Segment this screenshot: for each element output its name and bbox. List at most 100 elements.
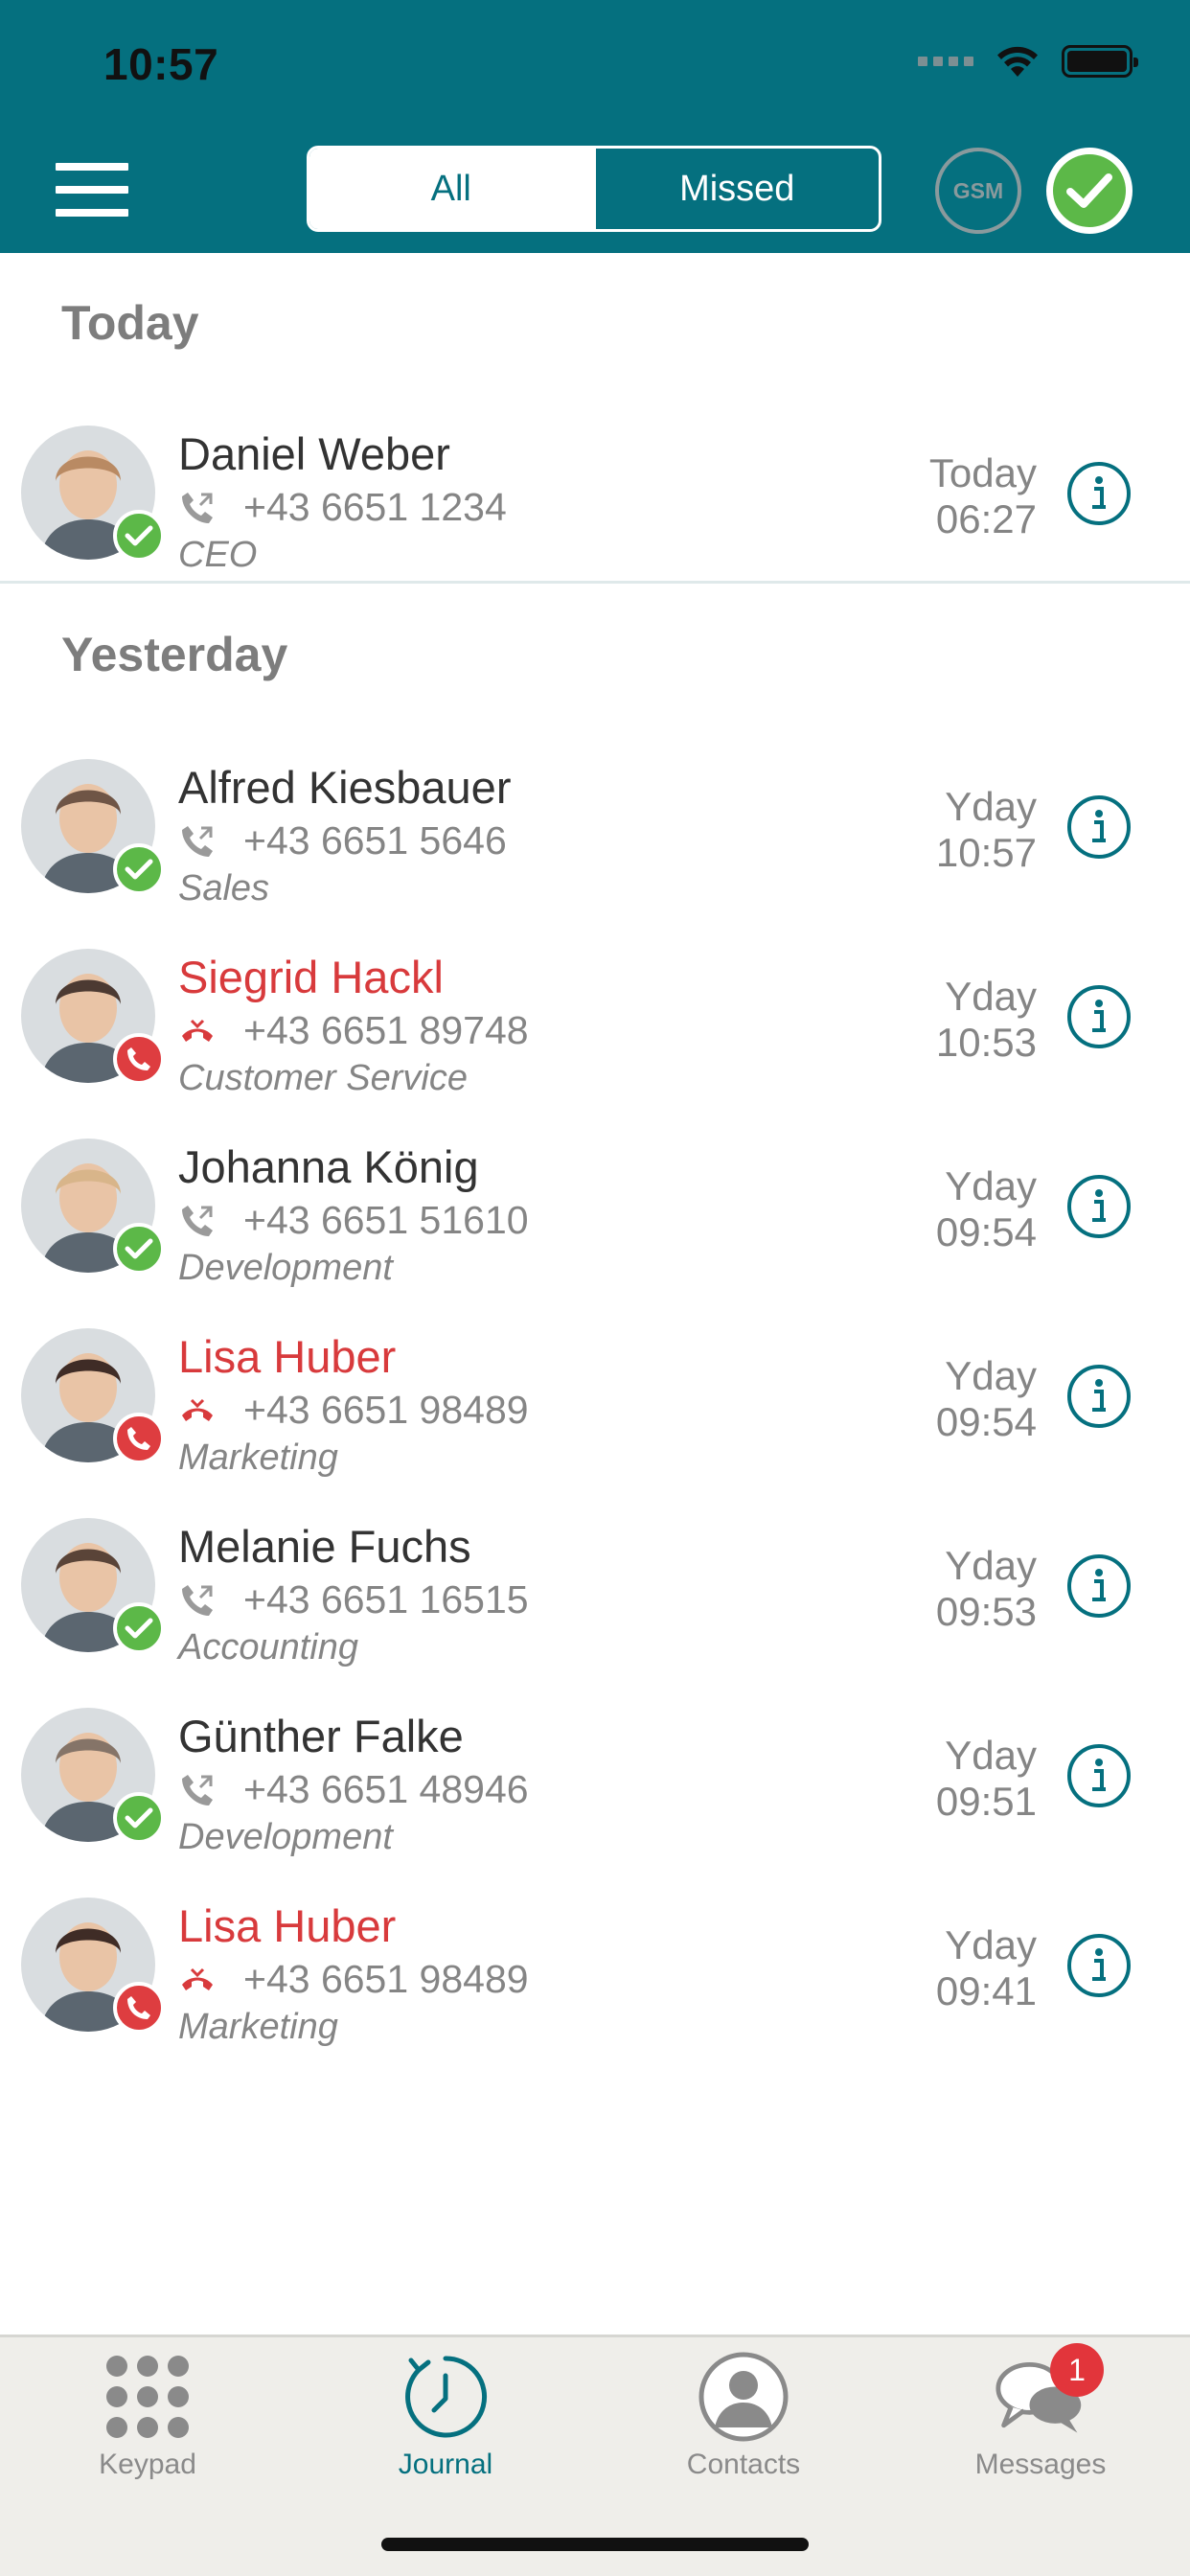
info-button[interactable] xyxy=(1067,985,1131,1048)
messages-unread-badge: 1 xyxy=(1050,2343,1104,2397)
app-header: 10:57 All Missed GSM xyxy=(0,0,1190,253)
call-row[interactable]: Melanie Fuchs +43 6651 16515 Accounting Yda… xyxy=(0,1489,1190,1679)
info-button[interactable] xyxy=(1067,1934,1131,1997)
call-row[interactable]: Alfred Kiesbauer +43 6651 5646 Sales Yday 10… xyxy=(0,730,1190,920)
call-row[interactable]: Johanna König +43 6651 51610 Development Yd… xyxy=(0,1110,1190,1300)
phone-number: +43 6651 48946 xyxy=(243,1767,529,1811)
phone-number: +43 6651 5646 xyxy=(243,818,507,862)
section-divider xyxy=(0,581,1190,584)
wifi-icon xyxy=(997,46,1038,77)
info-icon xyxy=(1092,1569,1106,1601)
phone-line: +43 6651 89748 xyxy=(178,1008,529,1053)
info-icon xyxy=(1092,810,1106,842)
contact-name: Lisa Huber xyxy=(178,1331,397,1382)
phone-number: +43 6651 16515 xyxy=(243,1577,529,1622)
outgoing-call-icon xyxy=(178,1202,217,1240)
phone-number: +43 6651 98489 xyxy=(243,1957,529,2001)
phone-line: +43 6651 48946 xyxy=(178,1767,529,1812)
call-time: 10:57 xyxy=(935,830,1037,875)
section-header-today: Today xyxy=(61,296,199,350)
contact-department: Sales xyxy=(178,868,270,908)
call-row[interactable]: Lisa Huber +43 6651 98489 Marketing Yday 09:… xyxy=(0,1869,1190,2058)
call-timestamp: Yday 09:54 xyxy=(936,1353,1037,1445)
info-button[interactable] xyxy=(1067,462,1131,525)
contact-name: Siegrid Hackl xyxy=(178,952,444,1002)
call-time: 09:54 xyxy=(935,1209,1037,1254)
contact-name: Johanna König xyxy=(178,1141,479,1192)
missed-call-badge-icon xyxy=(113,1033,165,1085)
info-button[interactable] xyxy=(1067,1744,1131,1807)
contact-department: Marketing xyxy=(178,2007,338,2047)
status-time: 10:57 xyxy=(103,39,219,89)
filter-all-tab[interactable]: All xyxy=(309,149,593,229)
outgoing-call-icon xyxy=(178,489,217,527)
journal-clock-icon xyxy=(400,2351,492,2443)
phone-line: +43 6651 1234 xyxy=(178,485,507,530)
call-time: 09:54 xyxy=(935,1399,1037,1444)
phone-number: +43 6651 98489 xyxy=(243,1388,529,1432)
home-indicator xyxy=(381,2538,809,2551)
info-button[interactable] xyxy=(1067,1175,1131,1238)
status-ok-button[interactable] xyxy=(1046,148,1133,234)
info-button[interactable] xyxy=(1067,1365,1131,1428)
info-button[interactable] xyxy=(1067,795,1131,859)
contact-person-icon xyxy=(698,2351,790,2443)
tab-messages[interactable]: 1 Messages xyxy=(926,2343,1156,2495)
tab-contacts[interactable]: Contacts xyxy=(629,2351,858,2495)
call-timestamp: Yday 10:57 xyxy=(936,784,1037,876)
section-header-yesterday: Yesterday xyxy=(61,628,288,681)
info-icon xyxy=(1092,1189,1106,1222)
checkmark-icon xyxy=(1053,154,1126,227)
contact-name: Günther Falke xyxy=(178,1711,464,1761)
missed-call-icon xyxy=(178,1012,217,1050)
call-day: Yday xyxy=(945,1733,1037,1778)
phone-line: +43 6651 16515 xyxy=(178,1577,529,1622)
filter-missed-tab[interactable]: Missed xyxy=(592,149,880,229)
call-timestamp: Yday 09:41 xyxy=(936,1922,1037,2014)
call-day: Yday xyxy=(945,1353,1037,1398)
phone-number: +43 6651 51610 xyxy=(243,1198,529,1242)
info-icon xyxy=(1092,476,1106,509)
call-time: 10:53 xyxy=(935,1020,1037,1065)
info-button[interactable] xyxy=(1067,1554,1131,1618)
available-check-badge-icon xyxy=(113,843,165,895)
call-row[interactable]: Daniel Weber +43 6651 1234 CEO Today 06:27 xyxy=(0,397,1190,586)
missed-call-badge-icon xyxy=(113,1413,165,1464)
available-check-badge-icon xyxy=(113,1792,165,1844)
phone-line: +43 6651 98489 xyxy=(178,1388,529,1433)
call-day: Yday xyxy=(945,1543,1037,1588)
outgoing-call-icon xyxy=(178,1771,217,1809)
call-day: Yday xyxy=(945,784,1037,829)
info-icon xyxy=(1092,1000,1106,1032)
call-timestamp: Yday 09:54 xyxy=(936,1163,1037,1255)
contact-name: Alfred Kiesbauer xyxy=(178,762,512,813)
call-filter-segmented: All Missed xyxy=(307,146,881,232)
tab-label-messages: Messages xyxy=(974,2449,1107,2480)
contact-department: Development xyxy=(178,1817,393,1857)
status-indicators xyxy=(918,44,1138,79)
gsm-button[interactable]: GSM xyxy=(935,148,1021,234)
call-row[interactable]: Siegrid Hackl +43 6651 89748 Customer Serv… xyxy=(0,920,1190,1110)
phone-number: +43 6651 1234 xyxy=(243,485,507,529)
info-icon xyxy=(1092,1379,1106,1412)
call-row[interactable]: Günther Falke +43 6651 48946 Development Yd… xyxy=(0,1679,1190,1869)
call-timestamp: Yday 09:51 xyxy=(936,1733,1037,1825)
call-day: Yday xyxy=(945,1922,1037,1967)
tab-keypad[interactable]: Keypad xyxy=(33,2351,263,2495)
cellular-signal-icon xyxy=(918,57,973,66)
keypad-icon xyxy=(102,2351,194,2443)
missed-call-icon xyxy=(178,1961,217,1999)
call-time: 09:41 xyxy=(935,1968,1037,2013)
phone-number: +43 6651 89748 xyxy=(243,1008,529,1052)
contact-department: Development xyxy=(178,1248,393,1288)
menu-button[interactable] xyxy=(56,163,128,217)
call-day: Yday xyxy=(945,974,1037,1019)
call-row[interactable]: Lisa Huber +43 6651 98489 Marketing Yday 09:… xyxy=(0,1300,1190,1489)
chat-bubbles-icon: 1 xyxy=(995,2343,1104,2443)
info-icon xyxy=(1092,1759,1106,1791)
contact-department: Accounting xyxy=(178,1627,359,1668)
tab-journal[interactable]: Journal xyxy=(331,2351,561,2495)
available-check-badge-icon xyxy=(113,510,165,562)
battery-icon xyxy=(1062,45,1138,78)
available-check-badge-icon xyxy=(113,1223,165,1275)
